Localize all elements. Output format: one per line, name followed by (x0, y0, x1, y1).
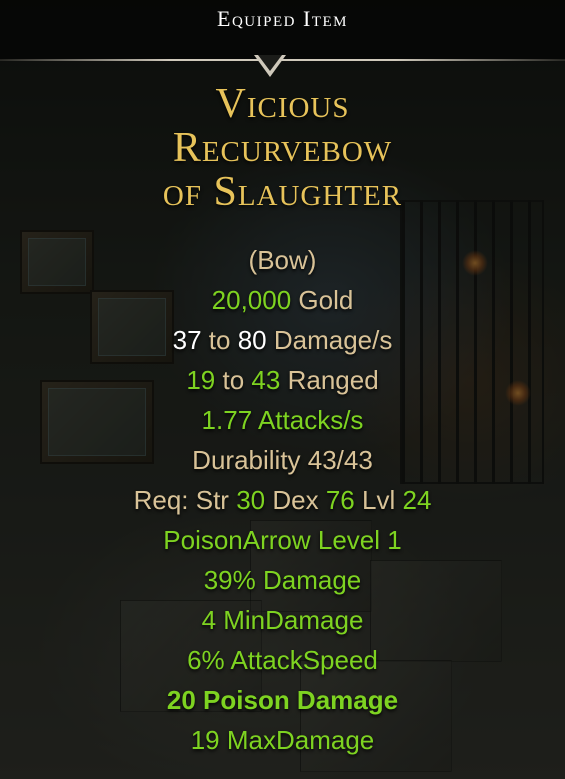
item-name-line: of Slaughter (162, 169, 403, 215)
header-title: Equiped Item (217, 6, 348, 31)
gold-label: Gold (298, 285, 354, 315)
item-name-line: Recurvebow (172, 125, 393, 171)
item-value: 20,000 Gold (0, 280, 565, 320)
req-str-label: Str (195, 485, 229, 515)
item-type: (Bow) (248, 245, 317, 275)
ranged-unit: Ranged (287, 365, 379, 395)
item-stats: (Bow) 20,000 Gold 37 to 80 Damage/s 19 t… (0, 240, 565, 760)
damage-to: to (208, 325, 231, 355)
attack-speed-unit: Attacks/s (257, 405, 364, 435)
affix-line: 4 MinDamage (201, 605, 364, 635)
affix-line: 39% Damage (203, 565, 362, 595)
durability: Durability 43/43 (192, 445, 373, 475)
divider-notch-inner (258, 55, 282, 71)
item-name-line: Vicious (215, 81, 350, 127)
item-name: Vicious Recurvebow of Slaughter (0, 82, 565, 214)
tooltip-header: Equiped Item (0, 0, 565, 60)
req-prefix: Req: (133, 485, 189, 515)
req-lvl-label: Lvl (362, 485, 396, 515)
gold-amount: 20,000 (211, 285, 292, 315)
affix-line: 20 Poison Damage (166, 685, 399, 715)
req-dex-label: Dex (272, 485, 319, 515)
damage-per-second: 37 to 80 Damage/s (0, 320, 565, 360)
req-lvl-value: 24 (402, 485, 432, 515)
attack-speed-value: 1.77 (201, 405, 253, 435)
req-dex-value: 76 (325, 485, 355, 515)
requirements: Req: Str 30 Dex 76 Lvl 24 (0, 480, 565, 520)
affix-line: PoisonArrow Level 1 (163, 525, 402, 555)
item-tooltip: Equiped Item Vicious Recurvebow of Slaug… (0, 0, 565, 779)
affix-line: 6% AttackSpeed (187, 645, 378, 675)
affix-line: 19 MaxDamage (190, 725, 375, 755)
ranged-min: 19 (186, 365, 216, 395)
req-str-value: 30 (236, 485, 266, 515)
attack-speed: 1.77 Attacks/s (0, 400, 565, 440)
damage-min: 37 (172, 325, 202, 355)
damage-unit: Damage/s (273, 325, 393, 355)
ranged-damage: 19 to 43 Ranged (0, 360, 565, 400)
ranged-max: 43 (251, 365, 281, 395)
ranged-to: to (222, 365, 245, 395)
damage-max: 80 (237, 325, 267, 355)
